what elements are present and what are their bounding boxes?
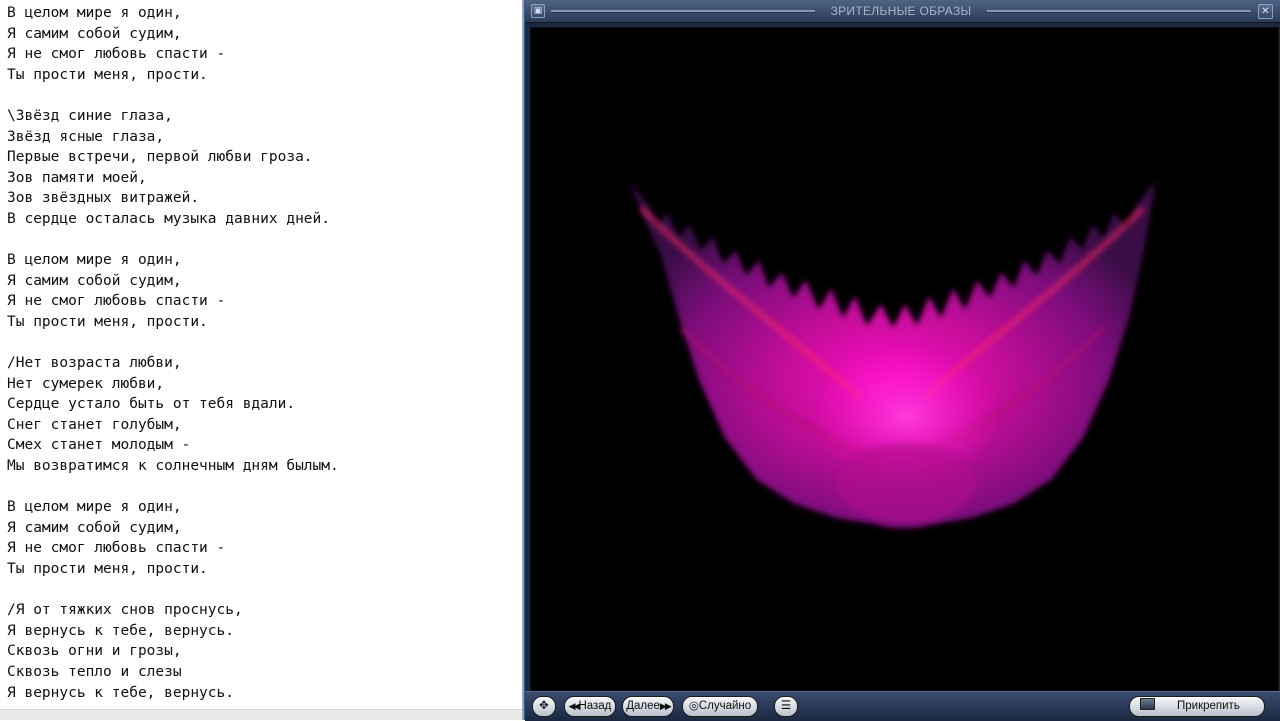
lyric-line: В целом мире я один, [7,5,182,21]
lyric-line: Мы возвратимся к солнечным дням былым. [7,458,339,475]
back-arrows-icon: ◀◀ [568,701,581,711]
lyrics-text-editor[interactable]: В целом мире я один, Я самим собой судим,… [0,0,523,720]
pin-button-label: Прикрепить [1177,700,1240,712]
lyric-line: В целом мире я один, [7,499,182,516]
system-menu-icon[interactable]: ▣ [531,4,545,18]
visualization-window: ▣ ЗРИТЕЛЬНЫЕ ОБРАЗЫ ✕ ✥ ◀◀Назад Далее▶▶ … [524,0,1280,721]
random-button-label: Случайно [698,700,752,712]
lyric-line: Я вернусь к тебе, вернусь. [7,622,234,639]
lyric-line: Ты прости меня, прости. [7,66,208,83]
lyric-line: Зов памяти моей, [7,169,147,186]
horizontal-scrollbar[interactable] [0,709,523,720]
lyric-line: Я не смог любовь спасти - [7,293,226,310]
lyric-line: Я самим собой судим, [7,25,182,42]
next-button-label: Далее [626,700,660,712]
move-icon[interactable]: ✥ [532,696,556,717]
lyric-line: Сквозь огни и грозы, [7,643,182,660]
pin-icon [1140,698,1155,710]
random-button[interactable]: ◎Случайно [682,696,758,717]
lyric-line: Сердце устало быть от тебя вдали. [7,396,296,413]
titlebar-rule-left [551,10,815,13]
fractal-visualization [628,180,1156,528]
lyric-line: Сквозь тепло и слезы [7,664,182,680]
lyric-line: В целом мире я один, [7,252,182,269]
fractal-lower-lobe [836,443,976,523]
window-title: ЗРИТЕЛЬНЫЕ ОБРАЗЫ [830,4,972,18]
lyric-line: Ты прости меня, прости. [7,313,208,330]
lyric-line: Ты прости меня, прости. [7,561,208,578]
lyric-line: Я не смог любовь спасти - [7,540,226,557]
lyric-line: /Я от тяжких снов проснусь, [7,602,243,619]
blank-line [7,477,339,498]
lyric-line: \Звёзд синие глаза, [7,107,173,124]
back-button-label: Назад [578,700,612,712]
lyric-line: Смех станет молодым - [7,437,191,454]
lyric-line: Я самим собой судим, [7,272,182,289]
lyric-line: Первые встречи, первой любви гроза. [7,149,313,166]
blank-line [7,333,339,354]
blank-line [7,580,339,601]
random-icon: ◎ [688,700,699,712]
lyric-line: Я вернусь к тебе, вернусь. [7,684,234,701]
lyric-line: Зов звёздных витражей. [7,190,200,207]
close-icon[interactable]: ✕ [1258,4,1273,19]
lyrics-text: В целом мире я один, Я самим собой судим,… [7,3,339,703]
lyric-line: В сердце осталась музыка давних дней. [7,210,331,227]
titlebar-rule-right [987,10,1251,13]
lyric-line: /Нет возраста любви, [7,355,182,372]
back-button[interactable]: ◀◀Назад [564,696,616,717]
lyric-line: Снег станет голубым, [7,416,182,433]
menu-icon[interactable]: ☰ [774,696,798,717]
blank-line [7,85,339,106]
lyric-line: Я самим собой судим, [7,519,182,536]
next-button[interactable]: Далее▶▶ [622,696,674,717]
lyric-line: Нет сумерек любви, [7,375,165,392]
visualization-canvas [530,27,1279,691]
pin-button[interactable]: Прикрепить [1129,696,1265,717]
lyric-line: Я не смог любовь спасти - [7,46,226,63]
next-arrows-icon: ▶▶ [659,701,672,711]
visualizer-controlbar: ✥ ◀◀Назад Далее▶▶ ◎Случайно ☰ Прикрепить [525,691,1280,721]
blank-line [7,230,339,251]
lyric-line: Звёзд ясные глаза, [7,128,165,145]
window-titlebar[interactable]: ▣ ЗРИТЕЛЬНЫЕ ОБРАЗЫ ✕ [525,0,1280,23]
